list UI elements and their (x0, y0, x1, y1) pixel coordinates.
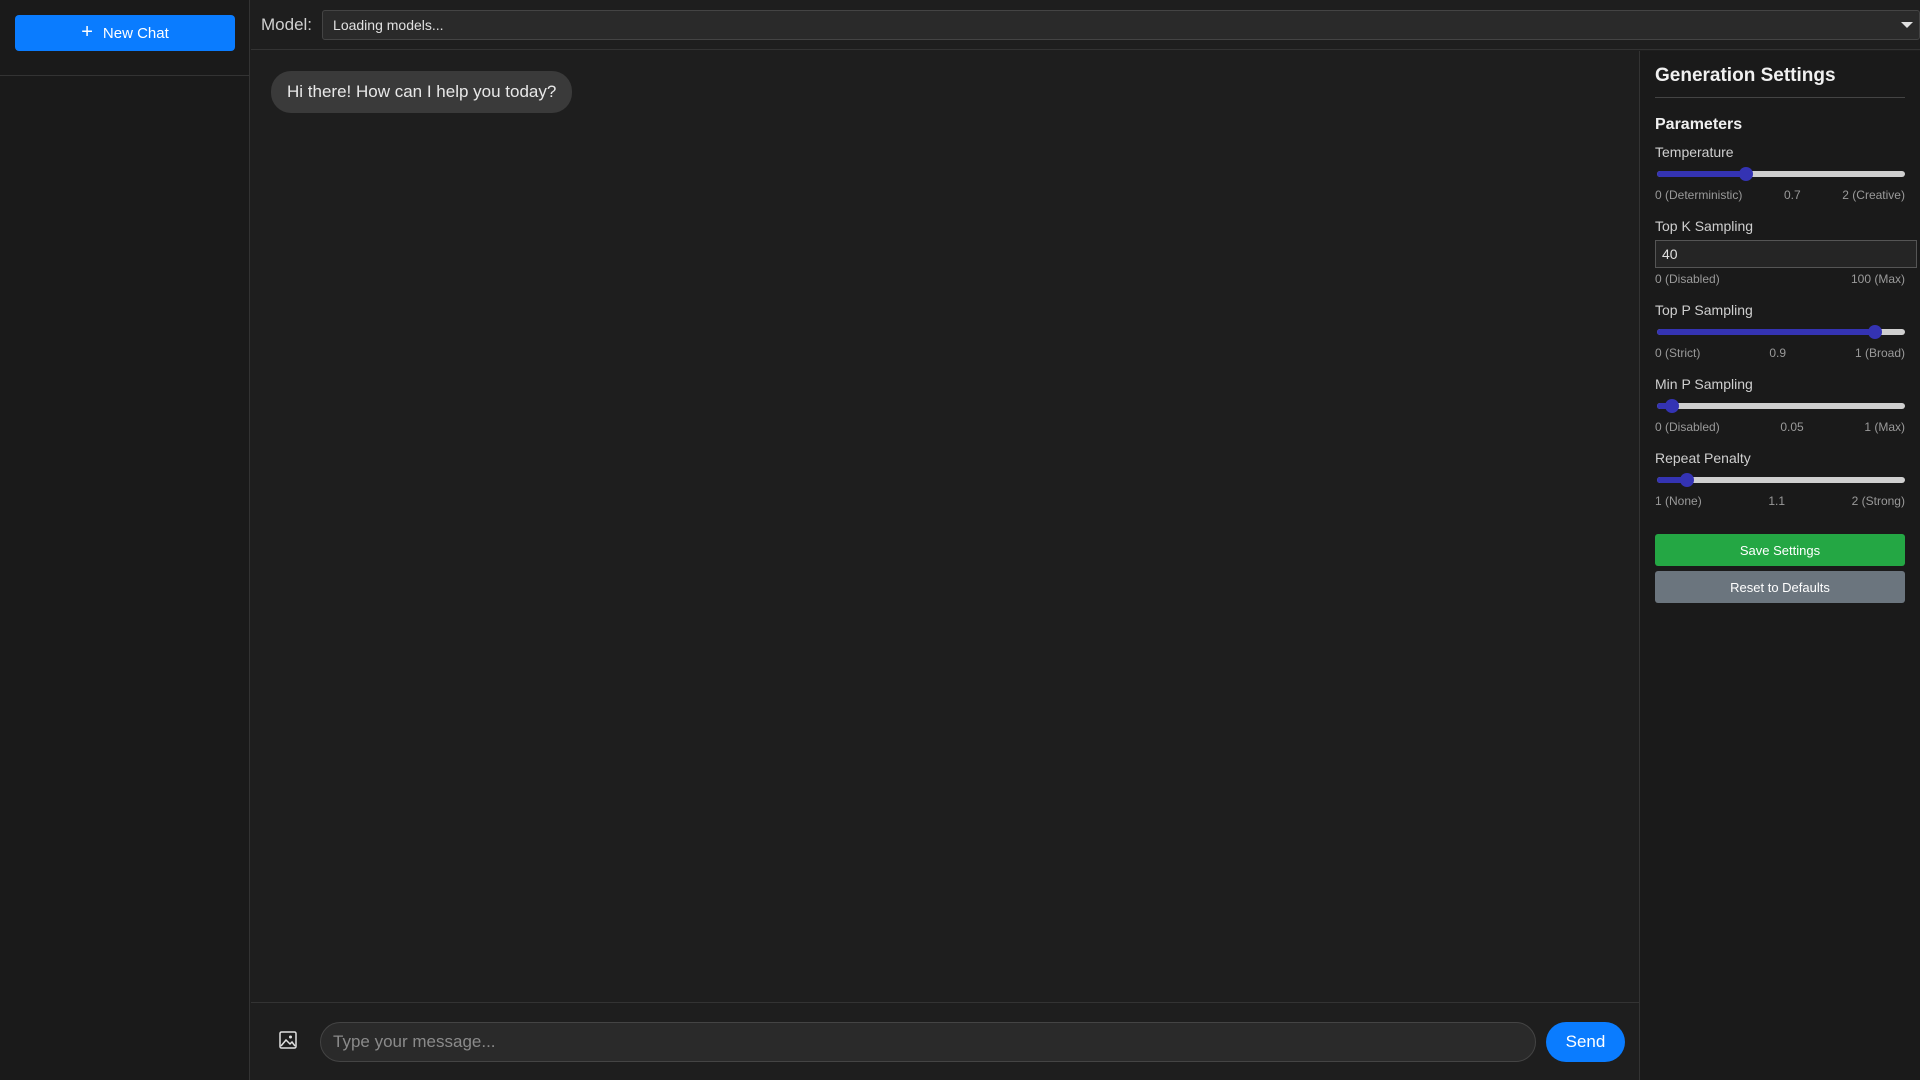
value-label: 0.7 (1783, 188, 1801, 202)
top-p-range: 0 (Strict) 0.9 1 (Broad) (1655, 346, 1905, 360)
sidebar: + New Chat (0, 0, 250, 1080)
assistant-message: Hi there! How can I help you today? (271, 71, 573, 113)
min-label: 0 (Deterministic) (1655, 188, 1743, 202)
chevron-down-icon (1901, 21, 1913, 28)
slider-fill (1657, 171, 1747, 177)
min-p-param: Min P Sampling 0 (Disabled) 0.05 1 (Max) (1655, 376, 1905, 434)
slider-thumb[interactable] (1679, 473, 1694, 487)
min-label: 0 (Disabled) (1655, 420, 1720, 434)
model-select[interactable]: Loading models... (322, 9, 1920, 40)
model-select-value: Loading models... (333, 16, 444, 33)
max-label: 1 (Broad) (1854, 346, 1905, 360)
save-settings-button[interactable]: Save Settings (1655, 534, 1905, 566)
slider-track (1657, 171, 1905, 177)
repeat-penalty-label: Repeat Penalty (1655, 450, 1751, 466)
repeat-penalty-param: Repeat Penalty 1 (None) 1.1 2 (Strong) (1655, 450, 1905, 508)
top-p-param: Top P Sampling 0 (Strict) 0.9 1 (Broad) (1655, 302, 1905, 360)
image-upload-icon[interactable] (278, 1030, 298, 1050)
top-k-input[interactable] (1655, 240, 1917, 268)
top-p-label: Top P Sampling (1655, 302, 1753, 318)
max-label: 2 (Strong) (1851, 494, 1905, 508)
slider-track (1657, 477, 1905, 483)
new-chat-label: New Chat (102, 24, 169, 42)
new-chat-button[interactable]: + New Chat (15, 15, 235, 51)
value-label: 0.05 (1780, 420, 1804, 434)
max-label: 2 (Creative) (1842, 188, 1905, 202)
min-label: 0 (Disabled) (1655, 272, 1720, 286)
temperature-range: 0 (Deterministic) 0.7 2 (Creative) (1655, 188, 1905, 202)
value-label: 0.9 (1769, 346, 1786, 360)
top-k-range: 0 (Disabled) 100 (Max) (1655, 272, 1905, 286)
min-label: 1 (None) (1655, 494, 1702, 508)
slider-fill (1657, 329, 1876, 335)
top-p-slider[interactable] (1655, 322, 1905, 342)
parameters-heading: Parameters (1655, 116, 1743, 133)
temperature-slider[interactable] (1655, 164, 1905, 184)
plus-icon: + (81, 21, 93, 43)
max-label: 1 (Max) (1864, 420, 1905, 434)
sidebar-header: + New Chat (0, 0, 249, 76)
repeat-penalty-slider[interactable] (1655, 470, 1905, 490)
model-label: Model: (261, 14, 313, 34)
top-k-label: Top K Sampling (1655, 218, 1754, 234)
temperature-label: Temperature (1655, 144, 1734, 160)
min-p-label: Min P Sampling (1655, 376, 1753, 392)
reset-defaults-button[interactable]: Reset to Defaults (1655, 571, 1905, 603)
slider-thumb[interactable] (1664, 399, 1679, 413)
slider-thumb[interactable] (1868, 325, 1883, 339)
value-label: 1.1 (1768, 494, 1785, 508)
settings-panel: Generation Settings Parameters Temperatu… (1639, 51, 1920, 1080)
chat-area: Hi there! How can I help you today? (251, 51, 1639, 1002)
composer: Send (251, 1002, 1639, 1080)
slider-track (1657, 403, 1905, 409)
slider-thumb[interactable] (1739, 167, 1754, 181)
message-input[interactable] (320, 1022, 1536, 1062)
min-p-slider[interactable] (1655, 396, 1905, 416)
header: Model: Loading models... (251, 0, 1920, 50)
settings-title: Generation Settings (1655, 65, 1905, 98)
max-label: 100 (Max) (1850, 272, 1905, 286)
repeat-penalty-range: 1 (None) 1.1 2 (Strong) (1655, 494, 1905, 508)
send-button[interactable]: Send (1546, 1022, 1625, 1062)
top-k-param: Top K Sampling 0 (Disabled) 100 (Max) (1655, 218, 1917, 286)
min-p-range: 0 (Disabled) 0.05 1 (Max) (1655, 420, 1905, 434)
min-label: 0 (Strict) (1655, 346, 1701, 360)
temperature-param: Temperature 0 (Deterministic) 0.7 2 (Cre… (1655, 144, 1905, 202)
